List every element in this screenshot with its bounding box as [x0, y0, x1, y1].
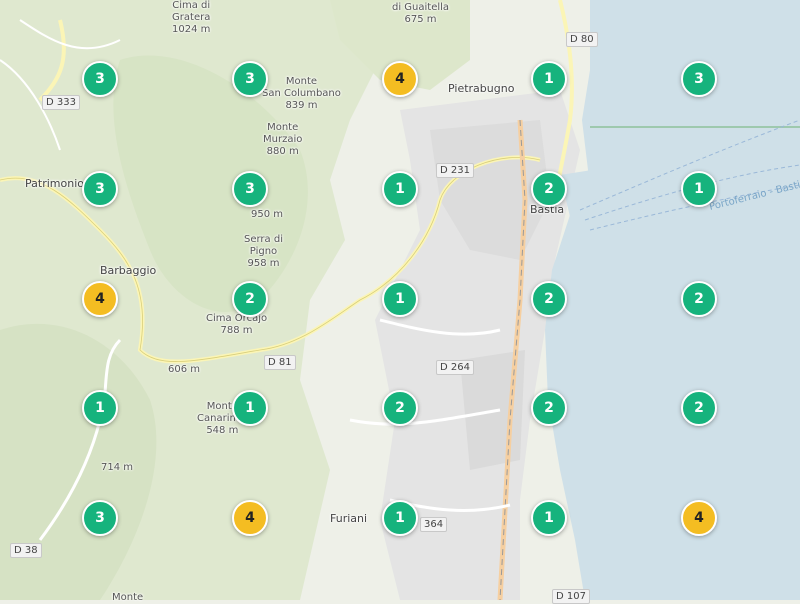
road-shield: 364 [420, 517, 448, 532]
peak-elevation: 714 m [101, 462, 134, 473]
cluster-count: 1 [544, 510, 554, 526]
cluster-marker[interactable]: 1 [382, 500, 418, 536]
cluster-count: 4 [694, 510, 704, 526]
cluster-count: 2 [544, 400, 554, 416]
cluster-marker[interactable]: 4 [382, 61, 418, 97]
cluster-count: 3 [245, 181, 255, 197]
peak-name: di Guaitella [392, 2, 450, 13]
peak-elevation: 958 m [247, 258, 280, 269]
peak-elevation: 606 m [168, 364, 201, 375]
peak-elevation: 548 m [206, 425, 239, 436]
peak-name: Monte San Columbano [262, 76, 341, 99]
peak-label: Monte [112, 592, 143, 604]
peak-label: di Guaitella 675 m [392, 2, 449, 26]
cluster-marker[interactable]: 1 [681, 171, 717, 207]
cluster-marker[interactable]: 1 [232, 390, 268, 426]
peak-elevation: 880 m [266, 146, 299, 157]
peak-name: Cima di Gratera [172, 0, 211, 23]
cluster-marker[interactable]: 4 [232, 500, 268, 536]
cluster-marker[interactable]: 1 [382, 281, 418, 317]
cluster-marker[interactable]: 4 [82, 281, 118, 317]
cluster-count: 2 [245, 291, 255, 307]
road-shield: D 264 [436, 360, 474, 375]
peak-elevation: 839 m [285, 100, 318, 111]
peak-elevation: 788 m [220, 325, 253, 336]
cluster-count: 1 [95, 400, 105, 416]
cluster-count: 2 [544, 291, 554, 307]
peak-label: Cima di Gratera 1024 m [172, 0, 210, 36]
cluster-count: 1 [395, 291, 405, 307]
cluster-marker[interactable]: 3 [82, 500, 118, 536]
cluster-count: 4 [95, 291, 105, 307]
peak-name: Serra di Pigno [244, 234, 283, 257]
cluster-count: 3 [95, 181, 105, 197]
peak-label: Serra di Pigno 958 m [244, 234, 283, 270]
peak-name: Monte [112, 592, 144, 603]
cluster-count: 1 [245, 400, 255, 416]
peak-label: 606 m [168, 364, 200, 376]
cluster-marker[interactable]: 2 [531, 171, 567, 207]
cluster-marker[interactable]: 3 [232, 61, 268, 97]
road-shield: D 231 [436, 163, 474, 178]
cluster-count: 2 [395, 400, 405, 416]
peak-label: Cima Orcajo 788 m [206, 313, 267, 337]
cluster-marker[interactable]: 1 [382, 171, 418, 207]
cluster-marker[interactable]: 3 [681, 61, 717, 97]
road-shield: D 81 [264, 355, 296, 370]
place-label: Furiani [330, 512, 368, 525]
peak-label: 714 m [101, 462, 133, 474]
cluster-count: 2 [694, 400, 704, 416]
cluster-count: 3 [95, 510, 105, 526]
cluster-count: 1 [395, 510, 405, 526]
place-label: Pietrabugno [448, 82, 515, 95]
place-label: Patrimonio [25, 177, 84, 190]
cluster-count: 1 [544, 71, 554, 87]
cluster-count: 1 [694, 181, 704, 197]
peak-elevation: 1024 m [172, 24, 211, 35]
peak-label: Monte San Columbano 839 m [262, 76, 341, 112]
cluster-count: 1 [395, 181, 405, 197]
peak-elevation: 675 m [404, 14, 437, 25]
cluster-marker[interactable]: 4 [681, 500, 717, 536]
cluster-marker[interactable]: 2 [681, 390, 717, 426]
cluster-marker[interactable]: 1 [82, 390, 118, 426]
road-shield: D 107 [552, 589, 590, 604]
cluster-marker[interactable]: 3 [82, 171, 118, 207]
cluster-marker[interactable]: 2 [681, 281, 717, 317]
road-shield: D 38 [10, 543, 42, 558]
cluster-count: 3 [245, 71, 255, 87]
cluster-count: 4 [395, 71, 405, 87]
cluster-count: 3 [694, 71, 704, 87]
cluster-marker[interactable]: 1 [531, 61, 567, 97]
cluster-marker[interactable]: 2 [531, 390, 567, 426]
peak-label: Monte Murzaio 880 m [263, 122, 302, 158]
cluster-count: 4 [245, 510, 255, 526]
cluster-marker[interactable]: 1 [531, 500, 567, 536]
cluster-marker[interactable]: 2 [382, 390, 418, 426]
cluster-count: 2 [694, 291, 704, 307]
road-shield: D 80 [566, 32, 598, 47]
map-canvas[interactable]: Cima di Gratera 1024 m di Guaitella 675 … [0, 0, 800, 604]
cluster-marker[interactable]: 2 [232, 281, 268, 317]
cluster-marker[interactable]: 2 [531, 281, 567, 317]
road-shield: D 333 [42, 95, 80, 110]
cluster-count: 3 [95, 71, 105, 87]
cluster-count: 2 [544, 181, 554, 197]
peak-name: Monte Murzaio [263, 122, 303, 145]
cluster-marker[interactable]: 3 [232, 171, 268, 207]
place-label: Barbaggio [100, 264, 157, 277]
peak-label: 950 m [251, 209, 283, 221]
peak-elevation: 950 m [251, 209, 284, 220]
cluster-marker[interactable]: 3 [82, 61, 118, 97]
